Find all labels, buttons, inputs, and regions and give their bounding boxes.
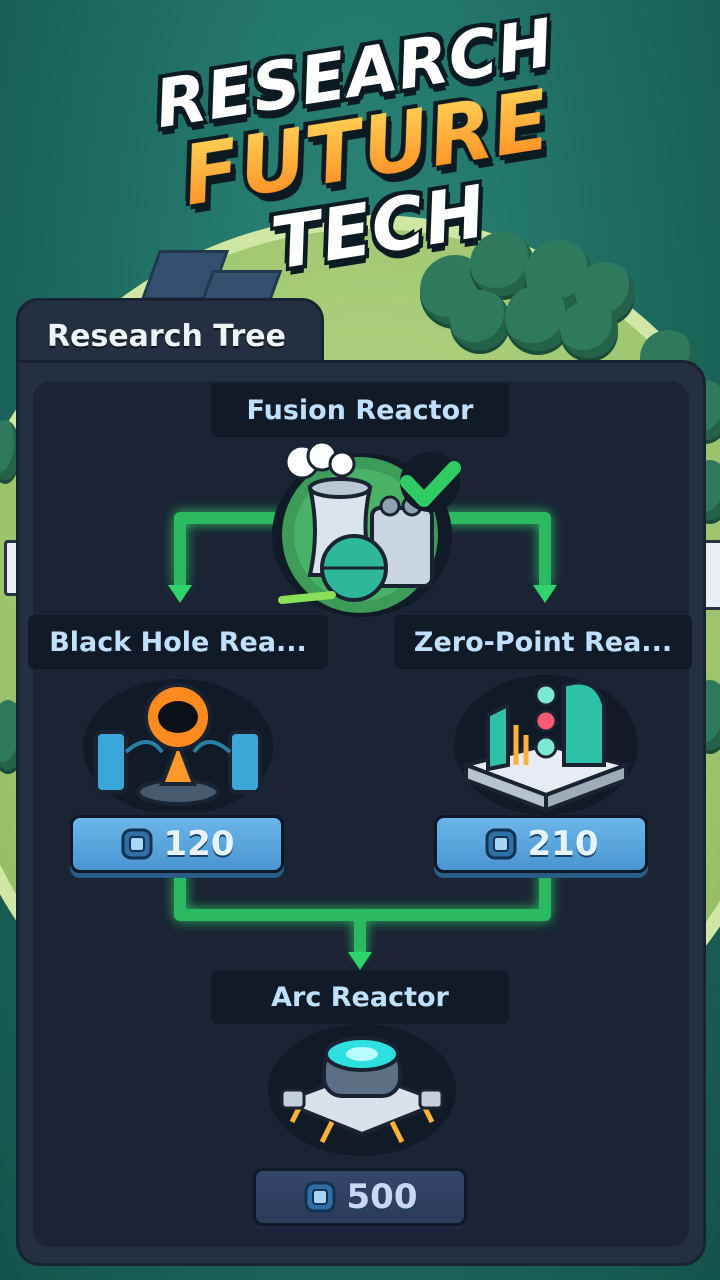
tab-label: Research Tree <box>47 319 286 354</box>
node-title-fusion-reactor: Fusion Reactor <box>211 383 509 437</box>
zero-point-reactor-icon <box>454 675 638 815</box>
node-title-zero-point-reactor: Zero-Point Rea... <box>394 615 692 669</box>
arc-reactor-node[interactable] <box>262 1022 462 1162</box>
tree <box>560 300 618 358</box>
black-hole-reactor-icon <box>83 679 273 815</box>
arc-reactor-icon <box>268 1024 456 1156</box>
cost-value: 500 <box>346 1177 418 1217</box>
research-chip-icon <box>121 828 152 860</box>
black-hole-reactor-node[interactable] <box>78 672 278 815</box>
cost-value: 210 <box>527 824 599 864</box>
fusion-reactor-node[interactable] <box>262 440 472 620</box>
node-title-black-hole-reactor: Black Hole Rea... <box>28 615 328 669</box>
research-chip-icon <box>485 828 516 860</box>
cost-value: 120 <box>163 824 235 864</box>
zero-point-reactor-node[interactable] <box>446 665 646 815</box>
research-chip-icon <box>304 1181 335 1213</box>
tree <box>450 290 510 350</box>
checkmark-icon <box>400 452 461 512</box>
node-title-arc-reactor: Arc Reactor <box>211 970 509 1024</box>
research-black-hole-button[interactable]: 120 <box>70 815 284 873</box>
research-arc-reactor-button[interactable]: 500 <box>253 1168 467 1226</box>
fusion-reactor-icon <box>272 440 461 617</box>
research-zero-point-button[interactable]: 210 <box>434 815 648 873</box>
